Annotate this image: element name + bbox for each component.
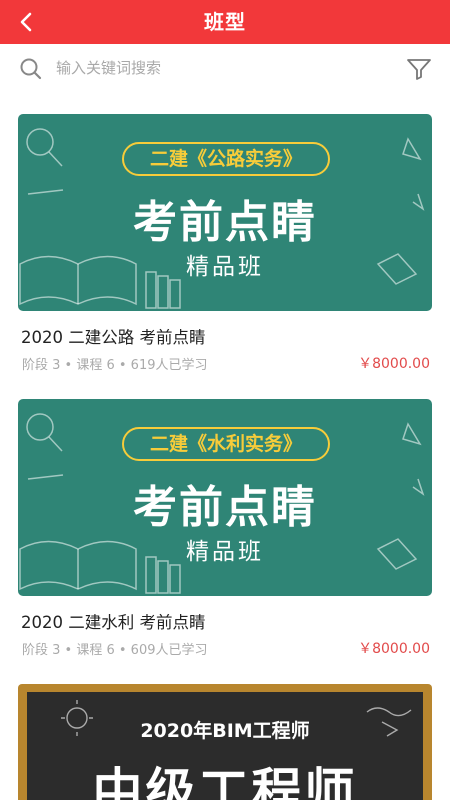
course-meta: 阶段 3 • 课程 6 • 619人已学习 <box>22 358 208 373</box>
search-input[interactable] <box>56 54 376 82</box>
search-bar <box>0 44 450 92</box>
search-icon[interactable] <box>19 57 43 81</box>
app-header: 班型 <box>0 0 450 44</box>
banner-headline: 考前点睛 <box>133 197 317 248</box>
course-banner: 二建《公路实务》 考前点睛 精品班 <box>18 114 432 311</box>
course-title: 2020 二建水利 考前点睛 <box>21 613 206 632</box>
page-title: 班型 <box>204 10 246 34</box>
course-card[interactable]: 二建《水利实务》 考前点睛 精品班 2020 二建水利 考前点睛 阶段 3 • … <box>18 399 432 661</box>
banner-headline: 考前点睛 <box>133 482 317 533</box>
course-title: 2020 二建公路 考前点睛 <box>21 328 206 347</box>
banner-headline: 2020年BIM工程师 <box>140 720 310 742</box>
course-meta: 阶段 3 • 课程 6 • 609人已学习 <box>22 643 208 658</box>
banner-subtitle: 中级工程师 <box>92 763 358 800</box>
filter-icon[interactable] <box>406 57 432 81</box>
course-price: ￥8000.00 <box>358 356 430 372</box>
banner-subtitle: 精品班 <box>186 539 264 565</box>
course-card[interactable]: 二建《公路实务》 考前点睛 精品班 2020 二建公路 考前点睛 阶段 3 • … <box>18 114 432 376</box>
course-tag: 二建《水利实务》 <box>122 427 330 461</box>
course-tag: 二建《公路实务》 <box>122 142 330 176</box>
course-banner: 二建《水利实务》 考前点睛 精品班 <box>18 399 432 596</box>
course-banner: 2020年BIM工程师 中级工程师 <box>18 684 432 800</box>
chalkboard: 2020年BIM工程师 中级工程师 <box>27 692 423 800</box>
course-card[interactable]: 2020年BIM工程师 中级工程师 <box>18 684 432 800</box>
course-price: ￥8000.00 <box>358 641 430 657</box>
banner-subtitle: 精品班 <box>186 254 264 280</box>
